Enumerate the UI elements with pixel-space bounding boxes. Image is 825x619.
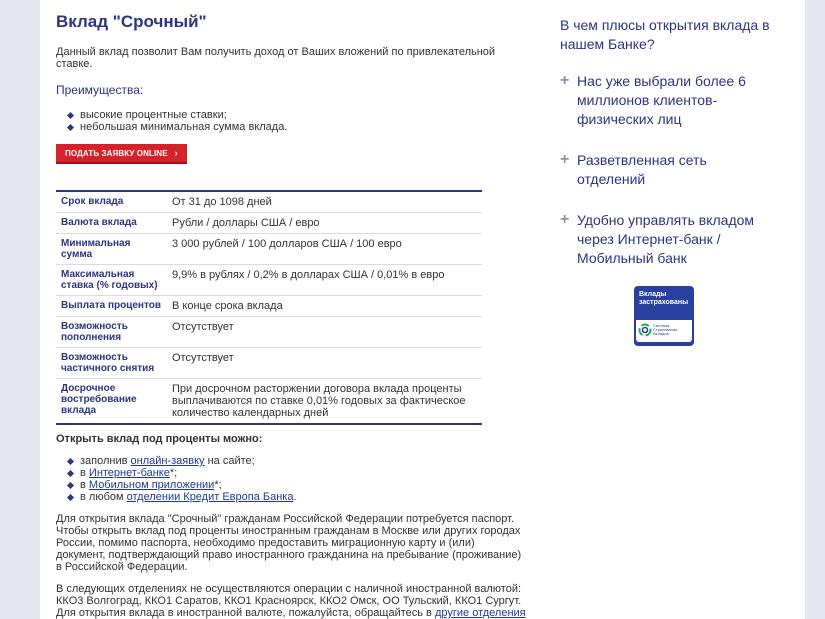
apply-online-label: ПОДАТЬ ЗАЯВКУ ONLINE	[65, 149, 168, 158]
terms-key: Минимальная сумма	[56, 233, 167, 265]
apply-online-button[interactable]: ПОДАТЬ ЗАЯВКУ ONLINE ›	[56, 144, 187, 164]
terms-row: Возможность пополнения Отсутствует	[56, 316, 482, 348]
terms-value: Отсутствует	[167, 347, 482, 379]
terms-value: Отсутствует	[167, 316, 482, 348]
terms-key: Возможность пополнения	[56, 316, 167, 348]
terms-value: В конце срока вклада	[167, 295, 482, 317]
chevron-right-icon: ›	[174, 148, 178, 158]
benefit-item: + Нас уже выбрали более 6 миллионов клие…	[560, 72, 775, 129]
benefit-text: Нас уже выбрали более 6 миллионов клиент…	[577, 73, 746, 127]
advantage-item: небольшая минимальная сумма вклада.	[68, 121, 526, 133]
open-option-item: в Мобильном приложении*;	[68, 479, 526, 491]
benefit-item: + Разветвленная сеть отделений	[560, 151, 775, 189]
benefit-text: Разветвленная сеть отделений	[577, 152, 707, 187]
terms-value: 9,9% в рублях / 0,2% в долларах США / 0,…	[167, 264, 482, 296]
advantage-item: высокие процентные ставки;	[68, 109, 526, 121]
branch-link[interactable]: отделении Кредит Европа Банка	[127, 491, 294, 503]
badge-subtitle: Система Страхования Вкладов	[653, 323, 678, 336]
intro-text: Данный вклад позволит Вам получить доход…	[56, 46, 496, 70]
terms-row: Досрочное востребование вклада При досроч…	[56, 379, 482, 425]
terms-key: Валюта вклада	[56, 212, 167, 234]
terms-row: Выплата процентов В конце срока вклада	[56, 295, 482, 317]
benefits-heading: В чем плюсы открытия вклада в нашем Банк…	[560, 17, 770, 52]
terms-row: Минимальная сумма 3 000 рублей / 100 долл…	[56, 233, 482, 265]
terms-row: Максимальная ставка (% годовых) 9,9% в ру…	[56, 264, 482, 296]
advantages-heading: Преимущества:	[56, 83, 144, 97]
terms-value: Рубли / доллары США / евро	[167, 212, 482, 234]
terms-key: Выплата процентов	[56, 295, 167, 317]
deposit-insurance-badge: Вклады застрахованы Система Страхования …	[634, 286, 694, 346]
benefit-text: Удобно управлять вкладом через Интернет-…	[577, 212, 755, 266]
insurance-logo-icon	[638, 323, 652, 337]
terms-value: От 31 до 1098 дней	[167, 191, 482, 213]
terms-key: Досрочное востребование вклада	[61, 383, 137, 416]
online-application-link[interactable]: онлайн-заявку	[131, 455, 205, 467]
benefit-item: + Удобно управлять вкладом через Интерне…	[560, 211, 775, 268]
branches-info-text: В следующих отделениях не осуществляются…	[56, 583, 526, 619]
terms-row: Срок вклада От 31 до 1098 дней	[56, 191, 482, 213]
badge-title: Вклады застрахованы	[639, 291, 689, 306]
terms-value: 3 000 рублей / 100 долларов США / 100 ев…	[167, 233, 482, 265]
plus-icon: +	[560, 72, 570, 89]
terms-key: Срок вклада	[56, 191, 167, 213]
page-title: Вклад "Срочный"	[56, 12, 207, 31]
plus-icon: +	[560, 151, 570, 168]
passport-info-text: Для открытия вклада "Срочный" гражданам …	[56, 513, 522, 573]
open-option-item: заполнив онлайн-заявку на сайте;	[68, 455, 526, 467]
terms-value: При досрочном расторжении договора вклад…	[172, 383, 466, 419]
page-content: Вклад "Срочный" Данный вклад позволит Ва…	[40, 0, 805, 619]
deposit-terms-table: Срок вклада От 31 до 1098 дней Валюта вкла…	[56, 190, 482, 425]
terms-key: Возможность частичного снятия	[56, 347, 167, 379]
plus-icon: +	[560, 211, 570, 228]
open-deposit-list: заполнив онлайн-заявку на сайте; в Интер…	[68, 455, 526, 503]
open-option-item: в любом отделении Кредит Европа Банка.	[68, 491, 526, 503]
terms-key: Максимальная ставка (% годовых)	[56, 264, 167, 296]
terms-row: Возможность частичного снятия Отсутствует	[56, 347, 482, 379]
advantages-list: высокие процентные ставки; небольшая мин…	[68, 109, 526, 133]
open-option-item: в Интернет-банке*;	[68, 467, 526, 479]
mobile-app-link[interactable]: Мобильном приложении	[89, 479, 214, 491]
terms-row: Валюта вклада Рубли / доллары США / евро	[56, 212, 482, 234]
benefits-sidebar: В чем плюсы открытия вклада в нашем Банк…	[560, 16, 775, 290]
internet-bank-link[interactable]: Интернет-банке	[89, 467, 170, 479]
main-column: Вклад "Срочный" Данный вклад позволит Ва…	[56, 12, 526, 619]
open-deposit-heading: Открыть вклад под проценты можно:	[56, 433, 263, 445]
